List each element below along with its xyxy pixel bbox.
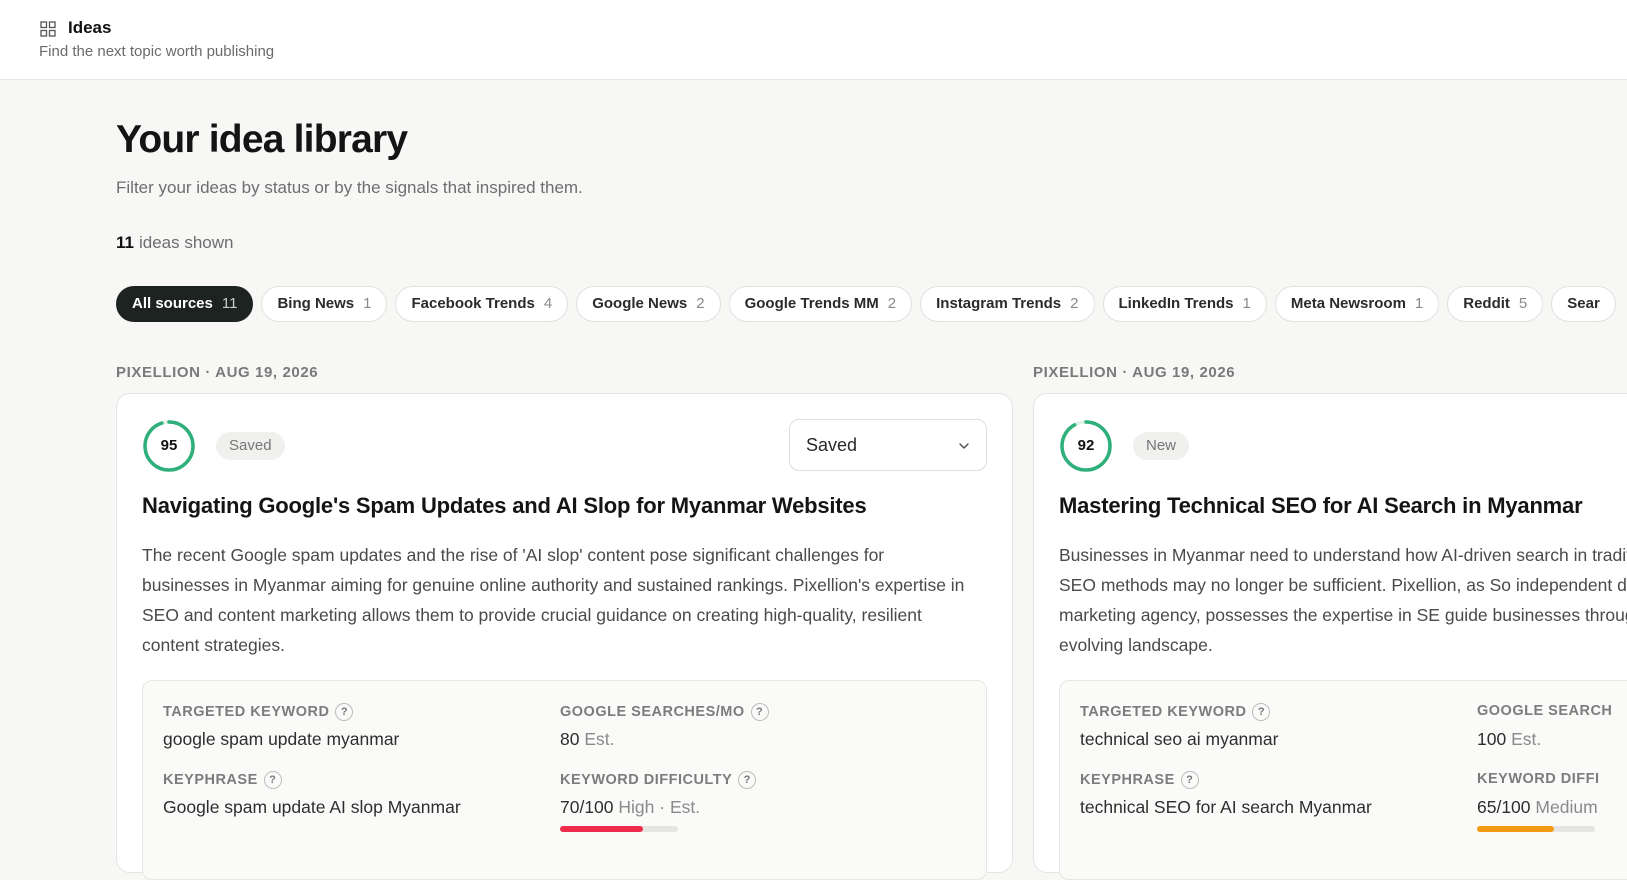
help-icon[interactable]: ?	[1252, 703, 1271, 721]
idea-description: The recent Google spam updates and the r…	[142, 545, 965, 655]
ideas-count-label: ideas shown	[138, 233, 234, 252]
filter-chip-count: 5	[1518, 295, 1528, 312]
page-subtitle: Filter your ideas by status or by the si…	[116, 178, 583, 197]
score-ring: 95	[142, 419, 196, 473]
difficulty-bar-fill	[1477, 826, 1554, 832]
searches-label: GOOGLE SEARCHES/MO?	[560, 703, 769, 721]
filter-chip-search[interactable]: Sear	[1551, 286, 1616, 322]
keyphrase-label: KEYPHRASE?	[1080, 771, 1199, 789]
help-icon[interactable]: ?	[750, 703, 769, 721]
filter-chip-label: Meta Newsroom	[1290, 295, 1406, 312]
ideas-count-number: 11	[116, 233, 134, 252]
chevron-down-icon	[959, 443, 969, 449]
status-badge: Saved	[216, 432, 285, 460]
status-dropdown[interactable]: Saved	[789, 419, 987, 471]
filter-chip-label: Instagram Trends	[936, 295, 1062, 312]
filter-chip-count: 11	[221, 295, 238, 312]
score-value: 92	[1077, 437, 1095, 454]
keyphrase-value: technical SEO for AI search Myanmar	[1080, 797, 1372, 817]
filter-chip-meta-newsroom[interactable]: Meta Newsroom 1	[1274, 286, 1440, 322]
idea-card-meta: PIXELLION · AUG 19, 2026	[116, 364, 319, 381]
keyphrase-label: KEYPHRASE?	[163, 771, 282, 789]
help-icon[interactable]: ?	[1180, 771, 1199, 789]
targeted-keyword-value: google spam update myanmar	[163, 729, 400, 749]
filter-chip-count: 2	[887, 295, 897, 312]
searches-label: GOOGLE SEARCH	[1477, 703, 1613, 719]
filter-chip-all-sources[interactable]: All sources 11	[116, 286, 254, 322]
difficulty-bar	[1477, 826, 1595, 832]
help-icon[interactable]: ?	[738, 771, 757, 789]
difficulty-bar-fill	[560, 826, 643, 832]
filter-chip-label: Sear	[1567, 295, 1600, 312]
source-filter-bar: All sources 11 Bing News 1 Facebook Trends 4 G…	[116, 286, 1627, 324]
filter-chip-label: LinkedIn Trends	[1118, 295, 1234, 312]
filter-chip-count: 2	[696, 295, 705, 312]
idea-card[interactable]: 95 Saved Saved Navigating Google's Spam …	[116, 393, 1013, 880]
difficulty-value: 65/100 Medium	[1477, 797, 1598, 817]
difficulty-label: KEYWORD DIFFI	[1477, 771, 1600, 787]
filter-chip-label: Google News	[592, 295, 688, 312]
filter-chip-facebook-trends[interactable]: Facebook Trends 4	[395, 286, 569, 322]
targeted-keyword-value: technical seo ai myanmar	[1080, 729, 1279, 749]
targeted-keyword-label: TARGETED KEYWORD?	[1080, 703, 1271, 721]
ideas-count: 11 ideas shown	[116, 233, 234, 253]
score-value: 95	[160, 437, 178, 454]
score-ring: 92	[1059, 419, 1113, 473]
filter-chip-reddit[interactable]: Reddit 5	[1447, 286, 1544, 322]
searches-value: 80 Est.	[560, 729, 615, 749]
keyword-stats-panel: TARGETED KEYWORD? technical seo ai myanm…	[1059, 680, 1627, 880]
help-icon[interactable]: ?	[335, 703, 354, 721]
status-badge: New	[1133, 432, 1190, 460]
page-title: Your idea library	[116, 118, 408, 161]
filter-chip-label: Bing News	[277, 295, 355, 312]
searches-value: 100 Est.	[1477, 729, 1542, 749]
difficulty-bar	[560, 826, 678, 832]
filter-chip-label: Facebook Trends	[411, 295, 535, 312]
filter-chip-instagram-trends[interactable]: Instagram Trends 2	[920, 286, 1095, 322]
filter-chip-google-trends-mm[interactable]: Google Trends MM 2	[728, 286, 913, 322]
targeted-keyword-label: TARGETED KEYWORD?	[163, 703, 354, 721]
keyphrase-value: Google spam update AI slop Myanmar	[163, 797, 461, 817]
filter-chip-label: All sources	[132, 295, 213, 312]
status-dropdown-value: Saved	[806, 435, 858, 455]
difficulty-value: 70/100 High · Est.	[560, 797, 701, 817]
idea-card-meta: PIXELLION · AUG 19, 2026	[1033, 364, 1236, 381]
filter-chip-label: Reddit	[1463, 295, 1510, 312]
idea-description: Businesses in Myanmar need to understand…	[1059, 545, 1627, 655]
filter-chip-label: Google Trends MM	[744, 295, 879, 312]
filter-chip-count: 4	[543, 295, 553, 312]
filter-chip-google-news[interactable]: Google News 2	[576, 286, 721, 322]
idea-title[interactable]: Navigating Google's Spam Updates and AI …	[142, 493, 867, 519]
filter-chip-count: 2	[1070, 295, 1079, 312]
page-header-title: Ideas	[68, 18, 112, 37]
grid-icon	[40, 21, 56, 37]
keyword-stats-panel: TARGETED KEYWORD? google spam update mya…	[142, 680, 987, 880]
help-icon[interactable]: ?	[263, 771, 282, 789]
top-bar: Ideas Find the next topic worth publishi…	[0, 0, 1627, 80]
idea-card[interactable]: 92 New Mastering Technical SEO for AI Se…	[1033, 393, 1627, 880]
filter-chip-bing-news[interactable]: Bing News 1	[261, 286, 388, 322]
filter-chip-count: 1	[1414, 295, 1424, 312]
difficulty-label: KEYWORD DIFFICULTY?	[560, 771, 757, 789]
filter-chip-count: 1	[363, 295, 372, 312]
filter-chip-linkedin-trends[interactable]: LinkedIn Trends 1	[1102, 286, 1267, 322]
filter-chip-count: 1	[1242, 295, 1251, 312]
idea-title[interactable]: Mastering Technical SEO for AI Search in…	[1059, 493, 1583, 519]
page-header-subtitle: Find the next topic worth publishing	[39, 43, 275, 60]
